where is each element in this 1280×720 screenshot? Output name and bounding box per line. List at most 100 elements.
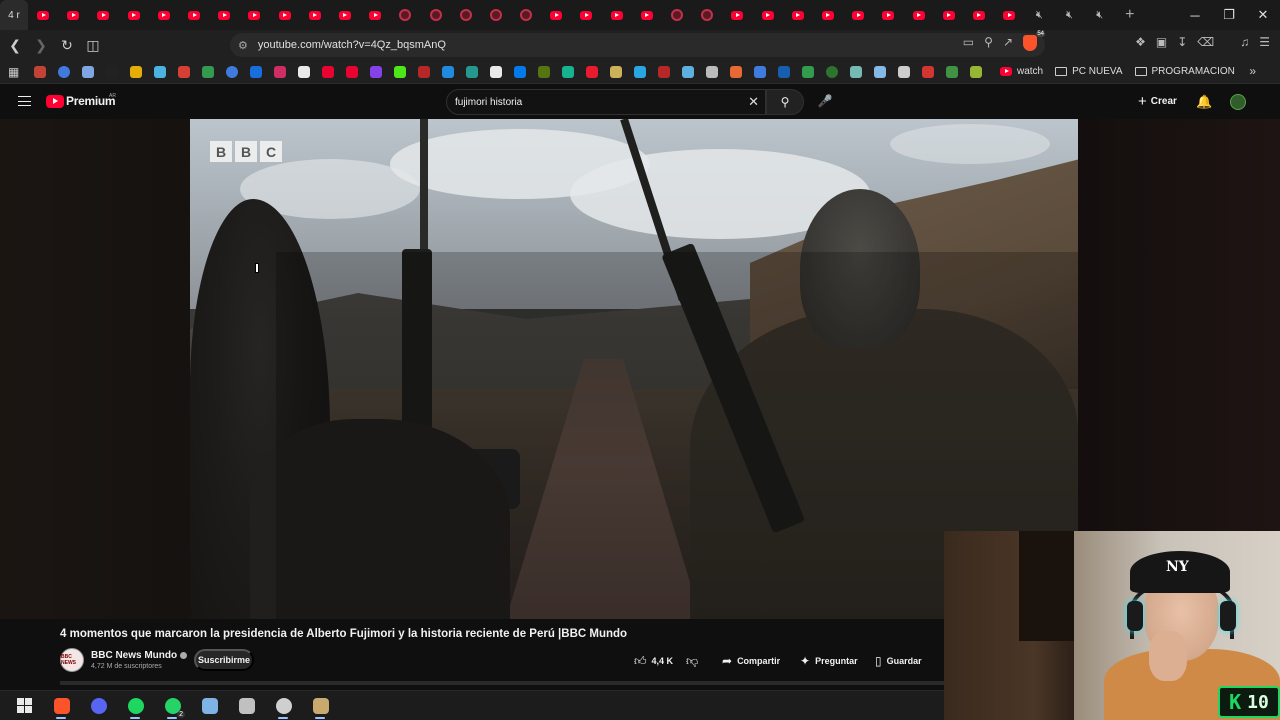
clear-search-icon[interactable]: ✕ (748, 94, 759, 110)
twitch-icon[interactable] (370, 65, 382, 78)
address-bar[interactable]: ⚙ youtube.com/watch?v=4Qz_bqsmAnQ ▭ ⚲ ↗ (230, 31, 1045, 57)
channel-name-link[interactable]: BBC News Mundo (91, 650, 188, 661)
x-icon[interactable] (298, 65, 310, 78)
browser-tab[interactable] (481, 0, 511, 30)
restore-button[interactable]: ❐ (1212, 0, 1246, 30)
menu-icon[interactable]: ☰ (1259, 35, 1270, 49)
gemini-icon[interactable] (82, 65, 94, 78)
globe-icon[interactable] (874, 65, 886, 78)
new-tab-button[interactable]: + (1115, 0, 1145, 30)
search-input[interactable] (455, 96, 735, 108)
bookmark-red-icon[interactable] (418, 65, 430, 78)
taskbar-app[interactable] (43, 692, 80, 720)
browser-tab[interactable] (541, 0, 571, 30)
google-icon[interactable] (58, 65, 70, 78)
browser-tab[interactable] (119, 0, 149, 30)
grammarly-icon[interactable] (562, 65, 574, 78)
zoom-icon[interactable]: ⚲ (984, 35, 993, 51)
nasa-icon[interactable] (778, 65, 790, 78)
sidebar-toggle-icon[interactable]: ◫ (82, 34, 104, 56)
browser-tab[interactable] (994, 0, 1024, 30)
ai-icon[interactable] (922, 65, 934, 78)
chart-icon[interactable] (466, 65, 478, 78)
browser-tab[interactable] (753, 0, 783, 30)
play-blue-icon[interactable] (442, 65, 454, 78)
kick-icon[interactable] (394, 65, 406, 78)
browser-tab[interactable] (602, 0, 632, 30)
browser-tab[interactable] (300, 0, 330, 30)
browser-tab[interactable] (239, 0, 269, 30)
maps-icon[interactable] (202, 65, 214, 78)
site-info-icon[interactable]: ⚙ (238, 39, 248, 52)
browser-tab[interactable] (58, 0, 88, 30)
browser-tab[interactable] (209, 0, 239, 30)
steam-icon[interactable] (538, 65, 550, 78)
sheets-icon[interactable] (802, 65, 814, 78)
mail-icon[interactable] (178, 65, 190, 78)
tiktok-icon[interactable] (490, 65, 502, 78)
share-icon[interactable]: ↗ (1003, 35, 1013, 51)
browser-tab[interactable] (632, 0, 662, 30)
browser-tab[interactable] (28, 0, 58, 30)
instagram-icon[interactable] (274, 65, 286, 78)
bookmark-folder-pc-nueva[interactable]: PC NUEVA (1055, 66, 1123, 77)
browser-tab[interactable]: 🔇︎ (1054, 0, 1084, 30)
save-button[interactable]: ▯ Guardar (875, 652, 922, 670)
browser-tab[interactable] (722, 0, 752, 30)
browser-tab[interactable] (934, 0, 964, 30)
active-tab[interactable]: 4 r (0, 0, 28, 30)
messenger-icon[interactable] (514, 65, 526, 78)
url-text[interactable]: youtube.com/watch?v=4Qz_bqsmAnQ (258, 39, 446, 51)
youtube-icon[interactable] (322, 65, 334, 78)
browser-tab[interactable]: 🔇︎ (1085, 0, 1115, 30)
cloud-blue-icon[interactable] (634, 65, 646, 78)
bookmark-folder-programacion[interactable]: PROGRAMACION (1134, 66, 1235, 77)
android-icon[interactable] (970, 65, 982, 78)
youtube-logo[interactable]: Premium (46, 94, 116, 108)
account-avatar[interactable] (1230, 94, 1246, 110)
diamond-icon[interactable] (898, 65, 910, 78)
more-bookmarks-icon[interactable]: » (1249, 64, 1256, 78)
browser-tab[interactable] (783, 0, 813, 30)
cast-icon[interactable]: ▭ (963, 35, 974, 51)
voice-search-button[interactable]: 🎤 (814, 90, 836, 112)
taskbar-app[interactable] (80, 692, 117, 720)
notifications-bell-icon[interactable]: 🔔 (1196, 94, 1212, 110)
trash-icon[interactable]: ⌫ (1197, 35, 1214, 49)
back-arrow-icon[interactable]: ❮ (4, 34, 26, 56)
chrome-icon[interactable] (226, 65, 238, 78)
browser-tab[interactable] (571, 0, 601, 30)
subscribe-button[interactable]: Suscribirme (194, 649, 254, 671)
browser-tab[interactable] (88, 0, 118, 30)
browser-tab[interactable] (511, 0, 541, 30)
brave-shields-icon[interactable] (1023, 31, 1045, 51)
browser-tab[interactable] (270, 0, 300, 30)
browser-tab[interactable] (692, 0, 722, 30)
github-icon[interactable] (706, 65, 718, 78)
create-button[interactable]: + Crear (1138, 93, 1177, 110)
bookmark-watch[interactable]: watch (1000, 66, 1043, 77)
minimize-button[interactable]: ─ (1178, 0, 1212, 30)
browser-tab[interactable] (390, 0, 420, 30)
taskbar-app[interactable]: 2 (154, 692, 191, 720)
browser-tab[interactable] (420, 0, 450, 30)
browser-tab[interactable] (903, 0, 933, 30)
hamburger-menu-icon[interactable] (18, 96, 31, 106)
share-button[interactable]: ➦ Compartir (722, 652, 780, 670)
media-icon[interactable]: ♫ (1240, 35, 1249, 49)
dislike-button[interactable]: 👎︎ (686, 652, 703, 670)
taskbar-app[interactable] (6, 692, 43, 720)
browser-tab[interactable] (451, 0, 481, 30)
calendar-icon[interactable] (754, 65, 766, 78)
browser-tab[interactable] (843, 0, 873, 30)
forward-arrow-icon[interactable]: ❯ (30, 34, 52, 56)
green-circle-icon[interactable] (826, 65, 838, 78)
youtube-music-icon[interactable] (346, 65, 358, 78)
browser-tab[interactable] (662, 0, 692, 30)
facebook-icon[interactable] (250, 65, 262, 78)
screenshot-icon[interactable]: ▣ (1156, 35, 1167, 49)
reload-icon[interactable]: ↻ (56, 34, 78, 56)
browser-tab[interactable] (964, 0, 994, 30)
search-button[interactable]: ⚲ (766, 89, 804, 115)
browser-tab[interactable] (149, 0, 179, 30)
